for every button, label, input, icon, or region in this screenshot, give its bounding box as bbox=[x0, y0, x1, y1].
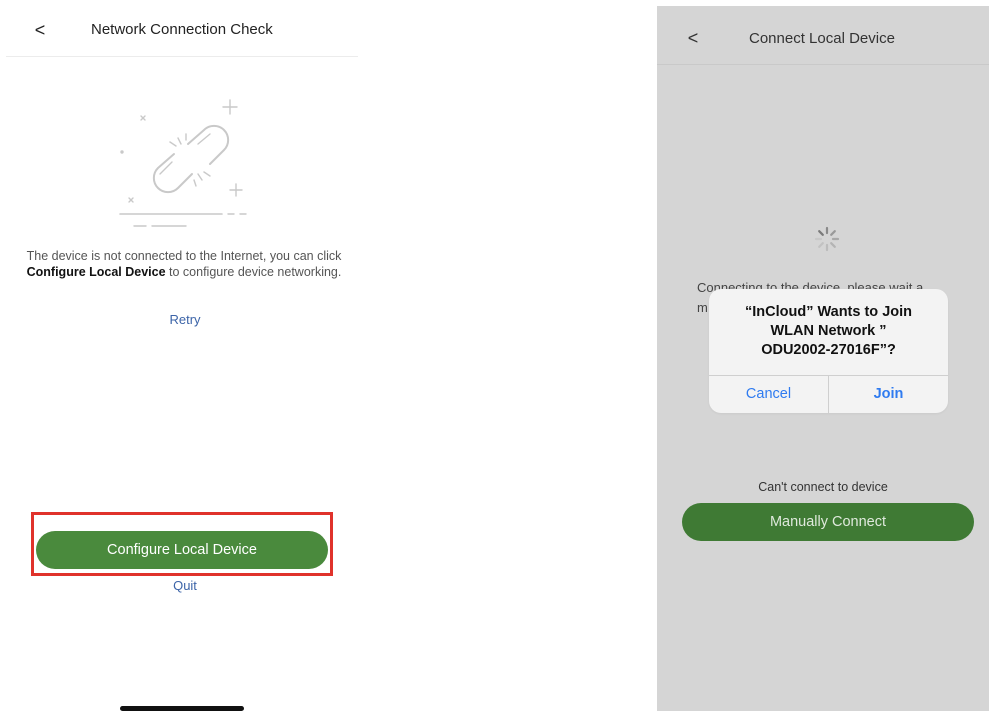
page-title: Network Connection Check bbox=[91, 21, 273, 38]
manually-connect-button[interactable]: Manually Connect bbox=[682, 503, 974, 541]
dialog-title-line-1: “InCloud” Wants to Join bbox=[745, 304, 912, 320]
back-button[interactable]: < bbox=[681, 26, 705, 50]
message-text-after: to configure device networking. bbox=[165, 265, 342, 279]
retry-link[interactable]: Retry bbox=[140, 312, 230, 327]
message-bold-text: Configure Local Device bbox=[26, 265, 166, 279]
network-check-screen: < Network Connection Check The device is… bbox=[0, 0, 365, 711]
not-connected-message: The device is not connected to the Inter… bbox=[20, 248, 348, 280]
dialog-title-line-2: WLAN Network ” bbox=[770, 323, 887, 339]
cancel-button[interactable]: Cancel bbox=[709, 376, 828, 413]
dialog-title: “InCloud” Wants to Join WLAN Network ” O… bbox=[717, 303, 940, 360]
connect-local-device-screen: < Connect Local Device Connecting to the… bbox=[657, 6, 989, 711]
header-divider bbox=[657, 64, 989, 65]
cant-connect-text: Can't connect to device bbox=[758, 480, 888, 494]
dialog-title-line-3: ODU2002-27016F”? bbox=[761, 342, 896, 358]
header-divider bbox=[6, 56, 358, 57]
configure-local-device-button[interactable]: Configure Local Device bbox=[36, 531, 328, 569]
broken-link-icon bbox=[119, 99, 247, 227]
chevron-left-icon: < bbox=[687, 28, 699, 48]
join-button[interactable]: Join bbox=[829, 376, 948, 413]
quit-link[interactable]: Quit bbox=[140, 578, 230, 593]
page-title: Connect Local Device bbox=[749, 30, 895, 47]
loading-spinner-icon bbox=[814, 226, 840, 252]
home-indicator bbox=[120, 706, 244, 711]
join-wlan-dialog: “InCloud” Wants to Join WLAN Network ” O… bbox=[709, 289, 948, 413]
back-button[interactable]: < bbox=[28, 18, 52, 42]
message-text-before: The device is not connected to the Inter… bbox=[26, 249, 342, 263]
chevron-left-icon: < bbox=[34, 20, 46, 40]
